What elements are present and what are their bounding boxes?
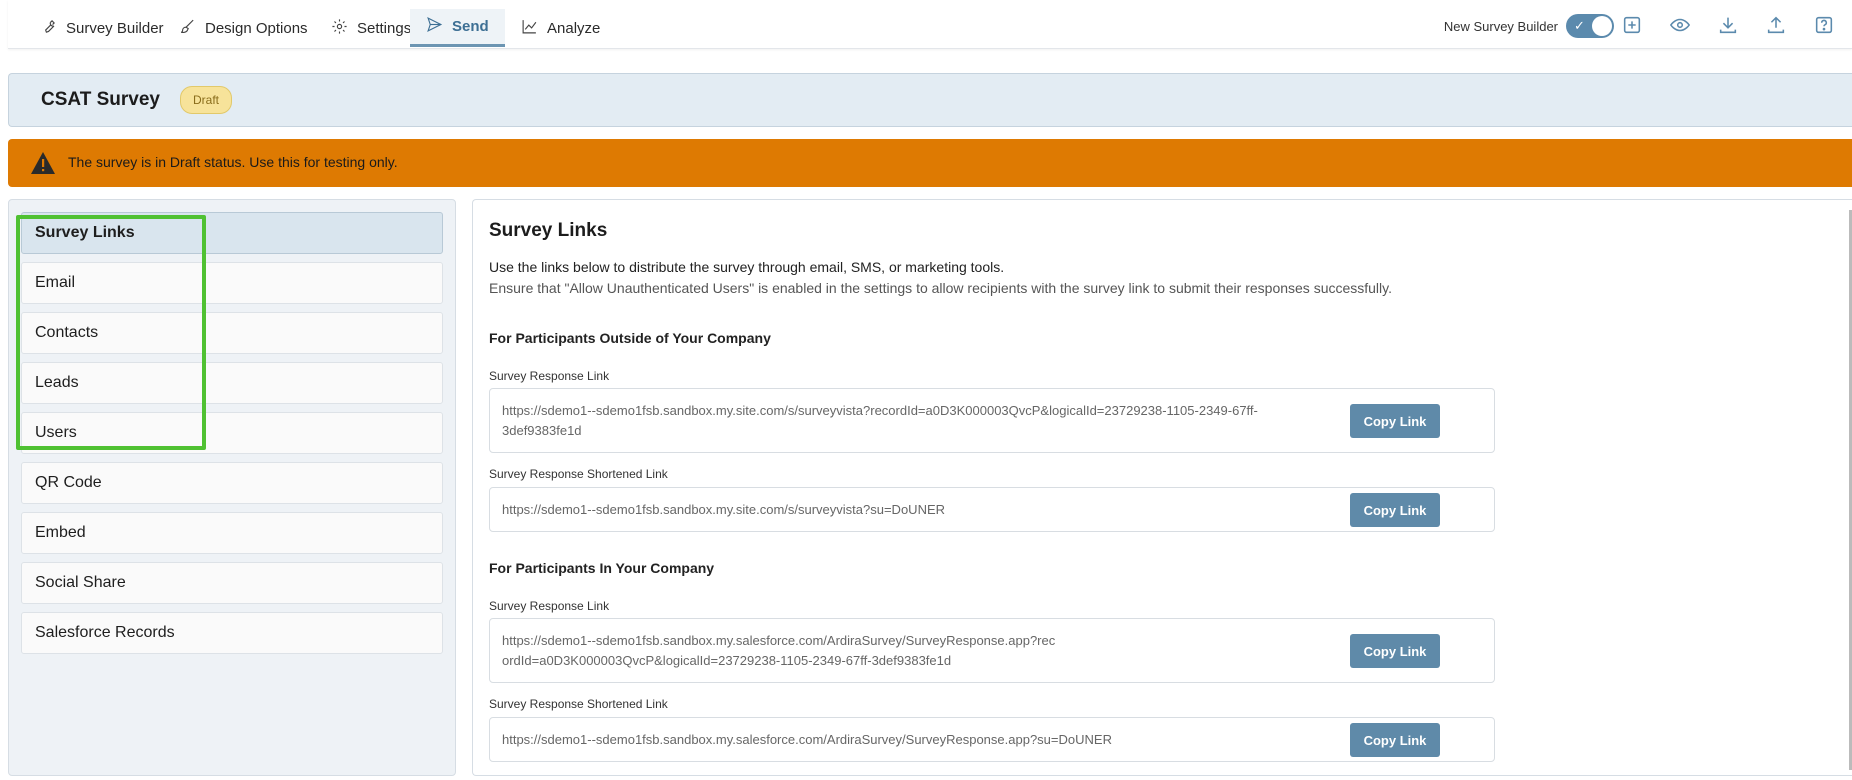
tab-label: Design Options bbox=[205, 19, 308, 37]
sidebar-item-leads[interactable]: Leads bbox=[21, 362, 443, 404]
chart-icon bbox=[521, 18, 538, 39]
outside-short-link-url[interactable]: https://sdemo1--sdemo1fsb.sandbox.my.sit… bbox=[502, 500, 1262, 520]
panel-title: Survey Links bbox=[489, 220, 608, 241]
panel-description: Use the links below to distribute the su… bbox=[489, 259, 1005, 275]
gear-icon bbox=[331, 18, 348, 39]
sidebar-item-social-share[interactable]: Social Share bbox=[21, 562, 443, 604]
sidebar-item-users[interactable]: Users bbox=[21, 412, 443, 454]
draft-warning-banner: The survey is in Draft status. Use this … bbox=[8, 139, 1852, 187]
panel-note: Ensure that "Allow Unauthenticated Users… bbox=[489, 280, 1393, 296]
outside-response-link-label: Survey Response Link bbox=[489, 369, 610, 383]
toggle-knob bbox=[1592, 16, 1612, 36]
sidebar-item-contacts[interactable]: Contacts bbox=[21, 312, 443, 354]
warning-icon bbox=[30, 151, 56, 175]
inside-short-link-label: Survey Response Shortened Link bbox=[489, 697, 668, 711]
tab-analyze[interactable]: Analyze bbox=[505, 9, 616, 47]
inside-short-link-field[interactable]: https://sdemo1--sdemo1fsb.sandbox.my.sal… bbox=[489, 717, 1495, 762]
wrench-icon bbox=[40, 18, 57, 39]
upload-icon[interactable] bbox=[1765, 14, 1787, 36]
new-survey-builder-label: New Survey Builder bbox=[1443, 18, 1558, 34]
copy-outside-short-link-button[interactable]: Copy Link bbox=[1350, 493, 1440, 527]
new-survey-builder-toggle[interactable]: ✓ bbox=[1566, 14, 1614, 38]
warning-text: The survey is in Draft status. Use this … bbox=[68, 154, 398, 170]
outside-short-link-field[interactable]: https://sdemo1--sdemo1fsb.sandbox.my.sit… bbox=[489, 487, 1495, 532]
survey-title: CSAT Survey bbox=[41, 89, 160, 110]
help-icon[interactable] bbox=[1813, 14, 1835, 36]
status-badge: Draft bbox=[180, 86, 233, 114]
tab-label: Analyze bbox=[547, 19, 601, 37]
brush-icon bbox=[179, 18, 196, 39]
outside-response-link-field[interactable]: https://sdemo1--sdemo1fsb.sandbox.my.sit… bbox=[489, 388, 1495, 453]
sidebar-item-salesforce-records[interactable]: Salesforce Records bbox=[21, 612, 443, 654]
sidebar-item-email[interactable]: Email bbox=[21, 262, 443, 304]
copy-inside-response-link-button[interactable]: Copy Link bbox=[1350, 634, 1440, 668]
inside-response-link-label: Survey Response Link bbox=[489, 599, 610, 613]
send-options-sidebar: Survey Links Email Contacts Leads Users … bbox=[8, 199, 456, 776]
new-survey-builder-toggle-group: New Survey Builder ✓ bbox=[1444, 14, 1614, 38]
outside-short-link-label: Survey Response Shortened Link bbox=[489, 467, 668, 481]
sidebar-item-survey-links[interactable]: Survey Links bbox=[21, 212, 443, 254]
plus-square-icon[interactable] bbox=[1621, 14, 1643, 36]
tab-label: Send bbox=[452, 18, 489, 35]
survey-links-panel: Survey Links Use the links below to dist… bbox=[472, 199, 1852, 776]
tab-label: Settings bbox=[357, 19, 412, 37]
inside-short-link-url[interactable]: https://sdemo1--sdemo1fsb.sandbox.my.sal… bbox=[502, 730, 1262, 750]
top-navigation: Survey Builder Design Options Settings S… bbox=[8, 0, 1852, 49]
copy-outside-response-link-button[interactable]: Copy Link bbox=[1350, 404, 1440, 438]
inside-response-link-field[interactable]: https://sdemo1--sdemo1fsb.sandbox.my.sal… bbox=[489, 618, 1495, 683]
eye-icon[interactable] bbox=[1669, 14, 1691, 36]
copy-inside-short-link-button[interactable]: Copy Link bbox=[1350, 723, 1440, 757]
tab-label: Survey Builder bbox=[66, 19, 164, 37]
sidebar-item-qr-code[interactable]: QR Code bbox=[21, 462, 443, 504]
check-icon: ✓ bbox=[1574, 18, 1585, 33]
outside-response-link-url[interactable]: https://sdemo1--sdemo1fsb.sandbox.my.sit… bbox=[502, 401, 1262, 441]
download-icon[interactable] bbox=[1717, 14, 1739, 36]
tab-survey-builder[interactable]: Survey Builder bbox=[24, 9, 180, 47]
send-icon bbox=[426, 16, 443, 37]
survey-header: CSAT Survey Draft bbox=[8, 73, 1852, 127]
outside-company-heading: For Participants Outside of Your Company bbox=[489, 330, 771, 346]
sidebar-item-embed[interactable]: Embed bbox=[21, 512, 443, 554]
tab-send[interactable]: Send bbox=[410, 9, 505, 47]
tab-design-options[interactable]: Design Options bbox=[163, 9, 324, 47]
inside-company-heading: For Participants In Your Company bbox=[489, 560, 715, 576]
inside-response-link-url[interactable]: https://sdemo1--sdemo1fsb.sandbox.my.sal… bbox=[502, 631, 1062, 671]
